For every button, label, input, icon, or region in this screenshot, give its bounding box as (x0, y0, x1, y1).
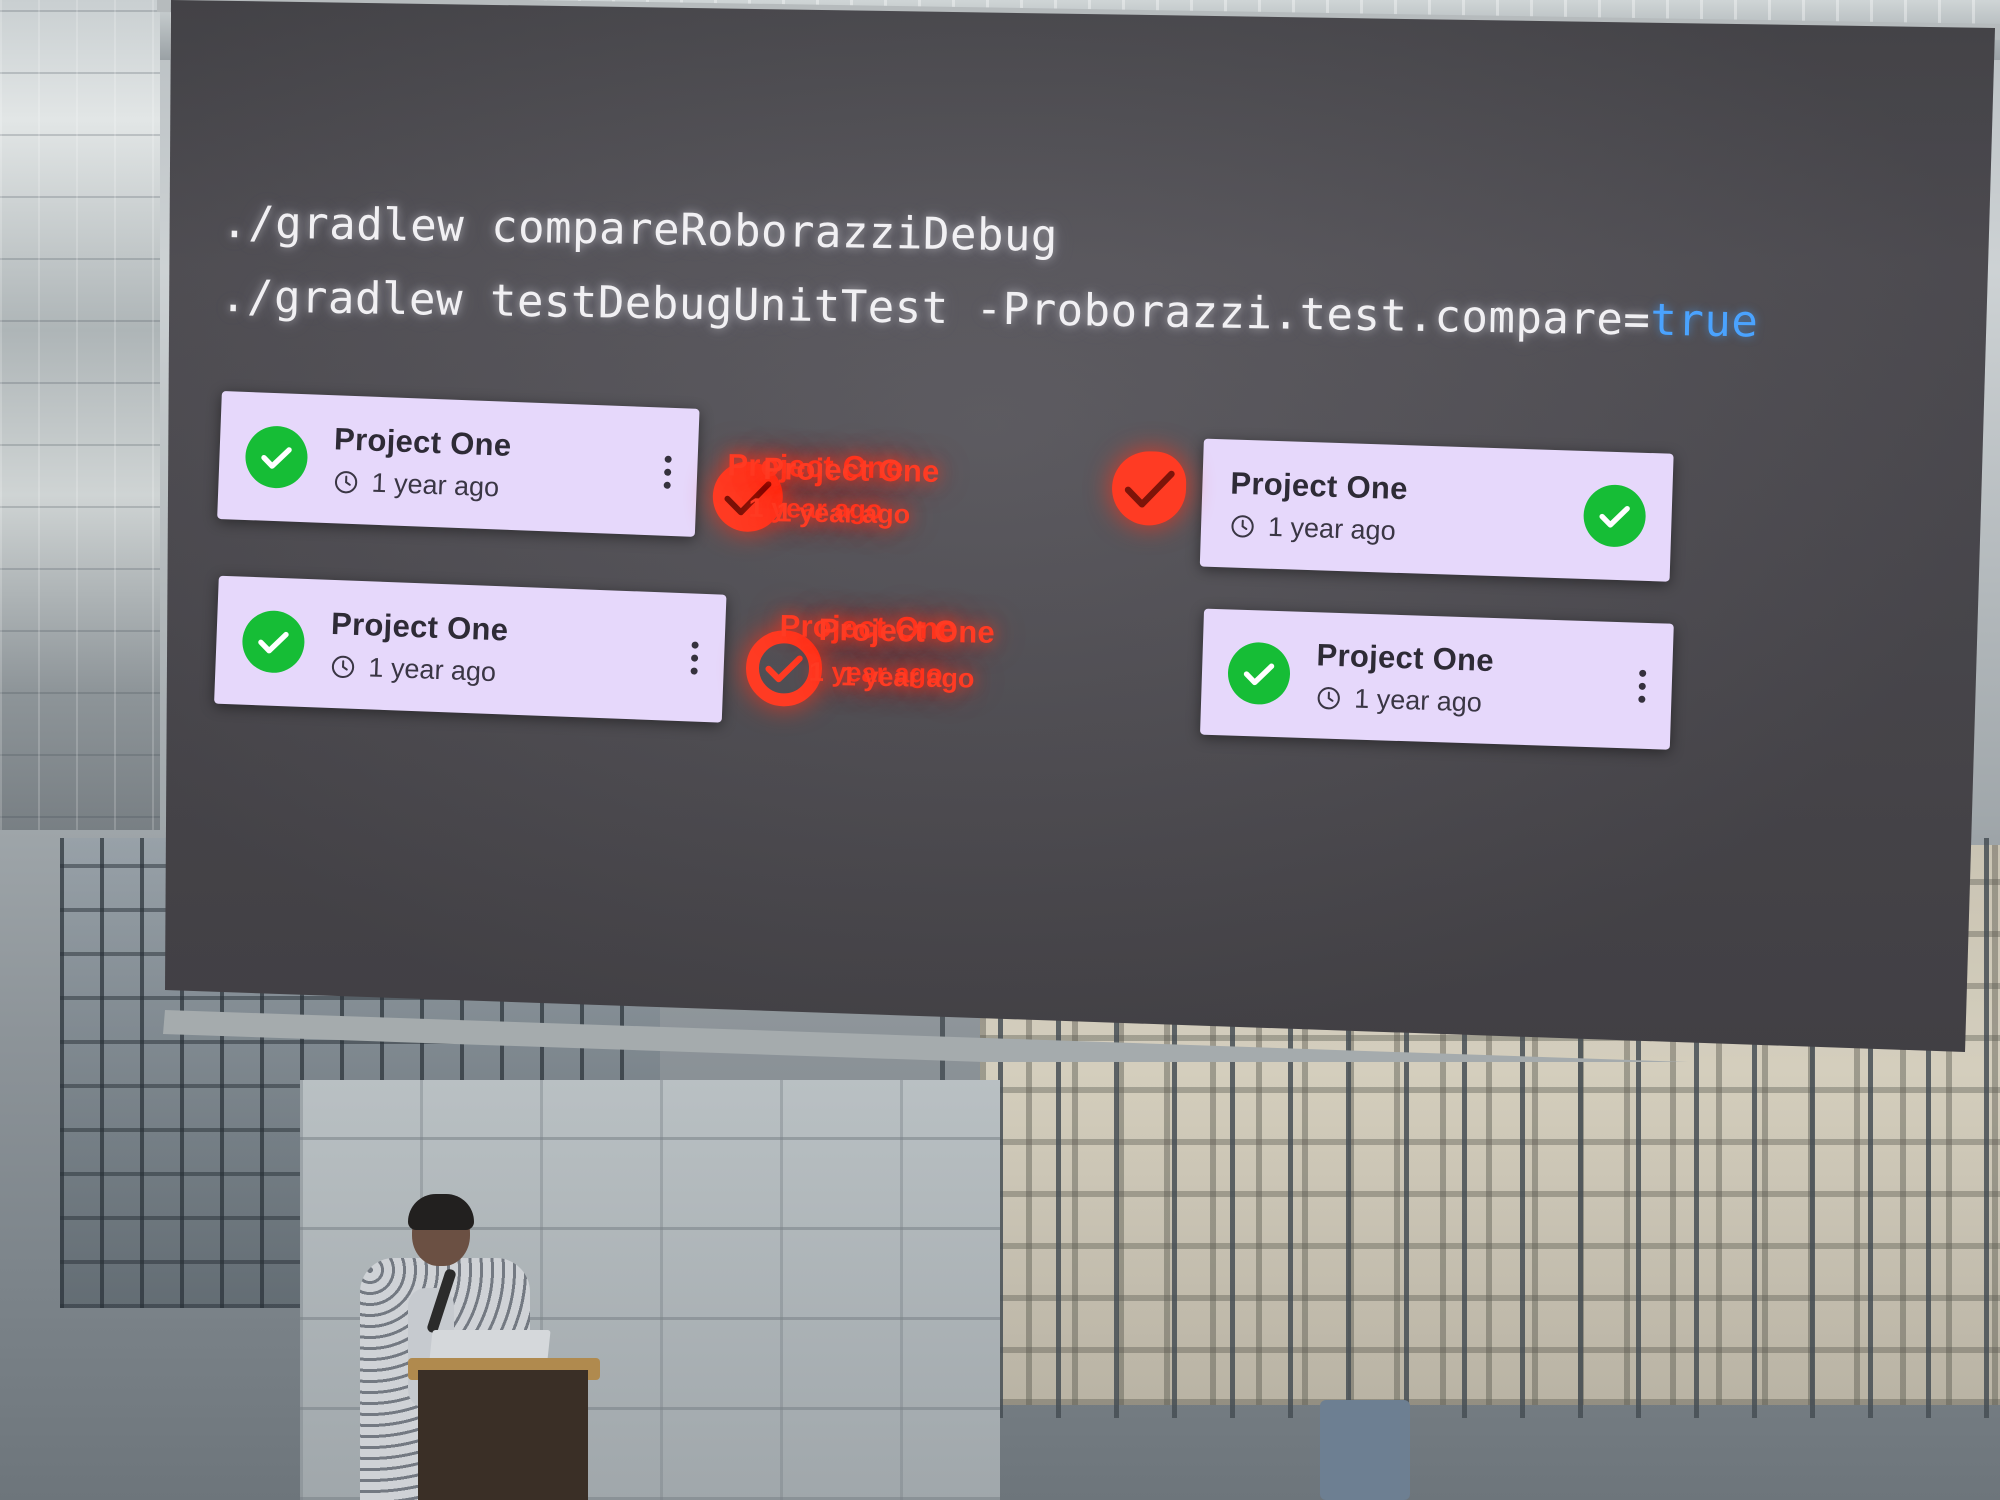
diff-title-bottom-b: Project One (818, 611, 996, 650)
clock-icon (334, 471, 358, 494)
card-timestamp: 1 year ago (371, 467, 500, 503)
slide-content: ./gradlew compareRoborazziDebug ./gradle… (165, 0, 1995, 1052)
clock-icon (1231, 515, 1254, 538)
card-title: Project One (1316, 637, 1495, 679)
more-vertical-icon[interactable] (634, 454, 672, 489)
card-bottom-right-text: Project One 1 year ago (1315, 637, 1495, 719)
card-top-left[interactable]: Project One 1 year ago (217, 391, 700, 537)
card-timestamp: 1 year ago (367, 652, 497, 688)
card-title: Project One (330, 605, 509, 648)
check-circle-icon (1227, 641, 1291, 706)
kebab-dot (690, 653, 699, 662)
kebab-dot (664, 468, 672, 476)
card-timestamp: 1 year ago (1353, 683, 1483, 718)
kebab-dot (663, 481, 671, 489)
kebab-dot (1638, 695, 1646, 703)
check-circle-icon (241, 609, 306, 674)
card-top-right[interactable]: Project One 1 year ago (1199, 438, 1674, 582)
stage-banner (1320, 1400, 1410, 1500)
card-title: Project One (333, 421, 513, 463)
check-circle-icon (1582, 483, 1647, 548)
card-subtitle: 1 year ago (1229, 510, 1407, 547)
card-grid: Project One 1 year ago Project One 1 yea… (165, 0, 1995, 1052)
kebab-dot (1639, 669, 1647, 677)
kebab-dot (1638, 682, 1646, 690)
card-title: Project One (1229, 465, 1409, 507)
kebab-dot (664, 455, 672, 463)
check-circle-icon (244, 424, 309, 490)
card-top-right-text: Project One 1 year ago (1229, 465, 1409, 547)
more-vertical-icon[interactable] (661, 640, 699, 675)
projection-screen-assembly: ./gradlew compareRoborazziDebug ./gradle… (157, 0, 2000, 1075)
card-subtitle: 1 year ago (332, 466, 510, 504)
podium (418, 1370, 588, 1500)
diff-check-circle-icon-top-right (1111, 450, 1187, 526)
kebab-dot (690, 666, 698, 675)
card-subtitle: 1 year ago (1315, 682, 1493, 719)
card-bottom-left[interactable]: Project One 1 year ago (214, 575, 727, 723)
card-top-left-text: Project One 1 year ago (332, 421, 512, 504)
diff-timestamp-bottom-b: 1 year ago (840, 661, 975, 694)
card-subtitle: 1 year ago (329, 651, 507, 689)
kebab-dot (691, 640, 699, 649)
diff-title-top-b: Project One (763, 450, 940, 489)
more-vertical-icon[interactable] (1608, 668, 1647, 703)
clock-icon (1317, 687, 1340, 710)
card-timestamp: 1 year ago (1267, 511, 1397, 546)
diff-timestamp-top-b: 1 year ago (776, 497, 911, 530)
card-bottom-left-text: Project One 1 year ago (329, 605, 509, 689)
clock-icon (331, 655, 355, 679)
card-bottom-right[interactable]: Project One 1 year ago (1200, 608, 1674, 750)
projection-screen: ./gradlew compareRoborazziDebug ./gradle… (165, 0, 1995, 1052)
